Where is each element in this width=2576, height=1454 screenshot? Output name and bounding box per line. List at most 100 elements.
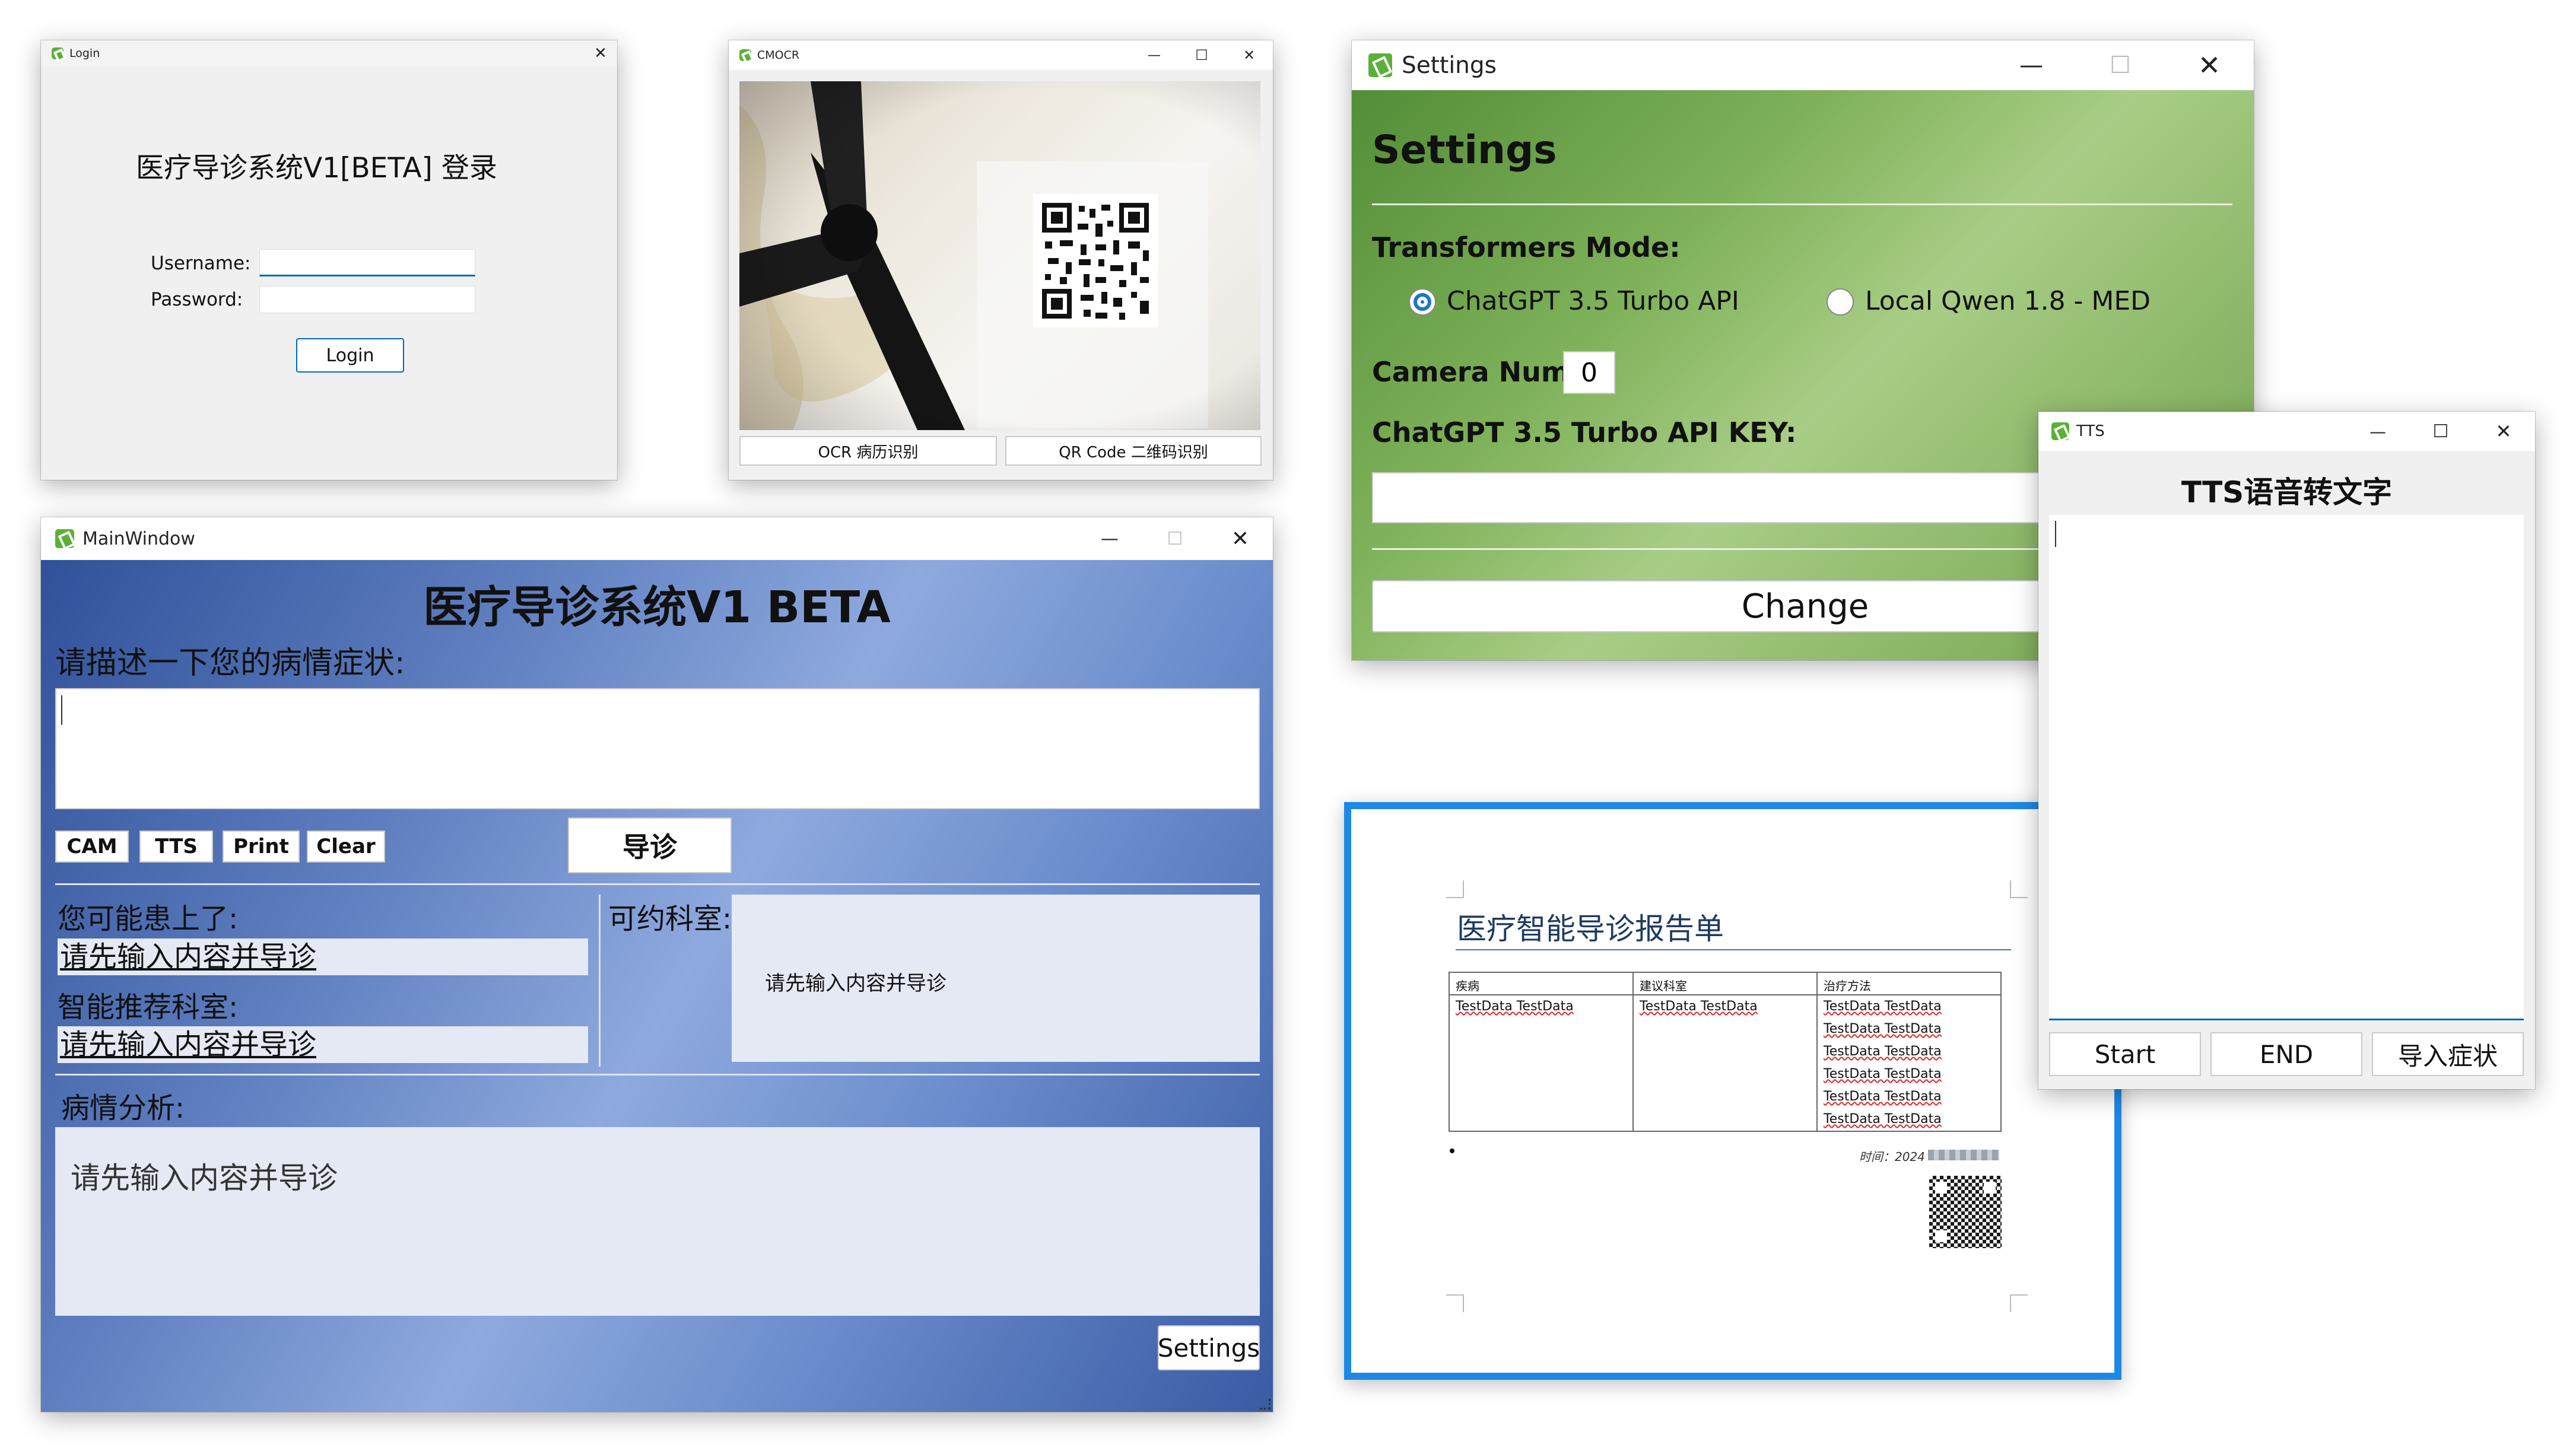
- login-titlebar[interactable]: Login ✕: [41, 40, 617, 66]
- possible-disease-label: 您可能患上了:: [58, 902, 239, 936]
- report-table: 疾病 建议科室 治疗方法 TestData TestData TestData …: [1449, 972, 2002, 1132]
- window-title: Login: [69, 47, 100, 60]
- table-cell: TestData TestData: [1824, 1044, 1942, 1059]
- maximize-icon[interactable]: ☐: [1178, 40, 1225, 70]
- bullet-mark: [1450, 1148, 1454, 1153]
- mode-radio-local[interactable]: [1827, 288, 1854, 316]
- main-title: 医疗导诊系统V1 BETA: [423, 582, 891, 633]
- maximize-icon: ☐: [2110, 52, 2131, 79]
- close-icon[interactable]: ✕: [1225, 40, 1273, 70]
- resize-grip-icon[interactable]: [1260, 1399, 1270, 1410]
- mode-option-local[interactable]: Local Qwen 1.8 - MED: [1865, 286, 2151, 316]
- login-heading: 医疗导诊系统V1[BETA] 登录: [136, 152, 497, 184]
- report-time-blurred: [1928, 1150, 1999, 1160]
- print-button[interactable]: Print: [223, 831, 300, 863]
- table-cell: TestData TestData: [1824, 1022, 1942, 1036]
- maximize-icon: ☐: [1167, 528, 1183, 549]
- window-title: CMOCR: [757, 49, 800, 62]
- end-button[interactable]: END: [2210, 1032, 2362, 1076]
- minimize-icon[interactable]: —: [1077, 517, 1142, 560]
- window-controls: — ☐ ✕: [1130, 40, 1273, 70]
- report-time: 时间：2024: [1859, 1150, 1925, 1164]
- divider: [55, 883, 1260, 885]
- qr-code-button[interactable]: QR Code 二维码识别: [1005, 436, 1262, 466]
- clear-button[interactable]: Clear: [307, 831, 385, 863]
- cmocr-titlebar[interactable]: CMOCR — ☐ ✕: [729, 40, 1273, 70]
- table-header: 治疗方法: [1824, 979, 1871, 993]
- camera-preview: [739, 81, 1260, 430]
- close-icon[interactable]: ✕: [2165, 40, 2254, 90]
- app-icon: [55, 529, 74, 548]
- start-button[interactable]: Start: [2049, 1032, 2201, 1076]
- minimize-icon[interactable]: —: [1987, 40, 2076, 90]
- app-icon: [739, 49, 751, 61]
- tts-text-area[interactable]: [2049, 515, 2524, 1020]
- report-qr-code-image: [1929, 1176, 2002, 1248]
- main-titlebar[interactable]: MainWindow — ☐ ✕: [41, 517, 1273, 560]
- cam-button[interactable]: CAM: [55, 831, 129, 863]
- page-corner-mark: [2010, 880, 2028, 898]
- password-label: Password:: [151, 289, 243, 310]
- app-icon: [52, 47, 63, 59]
- report-preview: 医疗智能导诊报告单 疾病 建议科室 治疗方法 TestData TestData…: [1344, 802, 2121, 1380]
- import-symptoms-button[interactable]: 导入症状: [2372, 1032, 2524, 1076]
- login-button[interactable]: Login: [296, 338, 404, 373]
- settings-heading: Settings: [1372, 127, 1557, 173]
- report-title-rule: [1456, 949, 2011, 950]
- divider: [55, 1074, 1260, 1076]
- mode-option-chatgpt[interactable]: ChatGPT 3.5 Turbo API: [1447, 286, 1739, 316]
- app-icon: [2051, 422, 2069, 440]
- report-title: 医疗智能导诊报告单: [1457, 912, 1724, 946]
- window-controls: — ☐ ✕: [1077, 517, 1273, 560]
- close-icon[interactable]: ✕: [1208, 517, 1273, 560]
- username-field[interactable]: [259, 249, 475, 276]
- window-title: MainWindow: [82, 528, 195, 549]
- cmocr-window: CMOCR — ☐ ✕ OCR 病历识别 QR Code 二维码识别: [729, 40, 1273, 480]
- table-cell: TestData TestData: [1824, 1112, 1942, 1127]
- mode-radio-chatgpt[interactable]: [1409, 288, 1436, 316]
- camera-num-input[interactable]: 0: [1563, 351, 1615, 394]
- table-header-divider: [1450, 994, 2000, 995]
- bookable-dept-label: 可约科室:: [608, 902, 732, 936]
- page-corner-mark: [1446, 1294, 1464, 1312]
- table-header: 建议科室: [1640, 979, 1687, 993]
- diagnose-button[interactable]: 导诊: [568, 817, 732, 873]
- table-cell: TestData TestData: [1824, 999, 1942, 1014]
- analysis-output: 请先输入内容并导诊: [55, 1127, 1260, 1316]
- settings-titlebar[interactable]: Settings — ☐ ✕: [1352, 40, 2254, 90]
- password-field[interactable]: [259, 286, 475, 313]
- app-icon: [1368, 53, 1392, 77]
- settings-button[interactable]: Settings: [1158, 1325, 1260, 1370]
- page-corner-mark: [1446, 880, 1464, 898]
- maximize-icon[interactable]: ☐: [2409, 412, 2472, 451]
- tts-heading: TTS语音转文字: [2181, 475, 2393, 510]
- vertical-divider: [599, 895, 601, 1067]
- ocr-button[interactable]: OCR 病历识别: [739, 436, 997, 466]
- symptom-input[interactable]: [55, 688, 1260, 809]
- minimize-icon[interactable]: —: [2346, 412, 2409, 451]
- text-cursor: [2055, 521, 2056, 547]
- recommended-dept-label: 智能推荐科室:: [58, 991, 239, 1024]
- page-corner-mark: [2010, 1294, 2028, 1312]
- table-cell: TestData TestData: [1824, 1067, 1942, 1081]
- divider: [1372, 203, 2232, 205]
- recommended-dept-value: 请先输入内容并导诊: [58, 1026, 588, 1063]
- describe-label: 请描述一下您的病情症状:: [55, 645, 405, 681]
- window-title: TTS: [2076, 422, 2105, 440]
- main-window: MainWindow — ☐ ✕ 医疗导诊系统V1 BETA 请描述一下您的病情…: [41, 517, 1273, 1412]
- tts-window: TTS — ☐ ✕ TTS语音转文字 Start END 导入症状: [2038, 412, 2535, 1089]
- possible-disease-value: 请先输入内容并导诊: [58, 938, 588, 975]
- table-col-divider: [1632, 973, 1634, 1131]
- close-icon[interactable]: ✕: [584, 40, 617, 66]
- window-controls: — ☐ ✕: [2346, 412, 2535, 451]
- tts-button[interactable]: TTS: [139, 831, 213, 863]
- username-label: Username:: [151, 253, 251, 274]
- minimize-icon[interactable]: —: [1130, 40, 1178, 70]
- text-cursor: [61, 695, 62, 725]
- tts-titlebar[interactable]: TTS — ☐ ✕: [2038, 412, 2535, 451]
- close-icon[interactable]: ✕: [2472, 412, 2535, 451]
- window-controls: — ☐ ✕: [1987, 40, 2254, 90]
- table-cell: TestData TestData: [1456, 999, 1574, 1014]
- window-title: Settings: [1402, 52, 1497, 79]
- camera-image: [739, 81, 1260, 430]
